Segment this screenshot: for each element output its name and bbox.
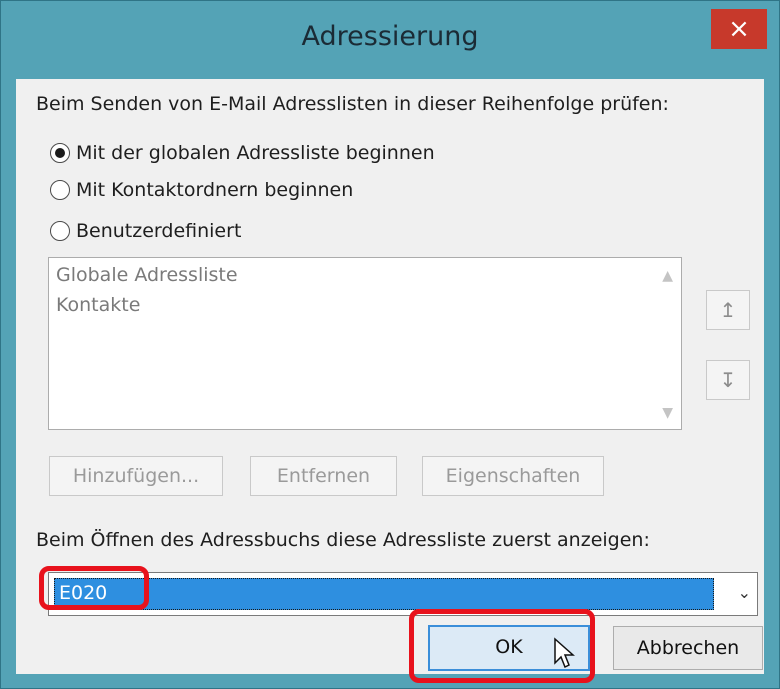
add-button[interactable]: Hinzufügen... bbox=[49, 456, 223, 496]
dialog-window: Adressierung × Beim Senden von E-Mail Ad… bbox=[0, 0, 780, 689]
title-bar[interactable]: Adressierung × bbox=[1, 1, 779, 79]
close-icon: × bbox=[728, 14, 750, 44]
address-list-dropdown[interactable]: E020 ⌄ bbox=[48, 572, 758, 616]
radio-label: Mit der globalen Adressliste beginnen bbox=[76, 142, 435, 164]
dialog-title: Adressierung bbox=[301, 21, 479, 52]
chevron-down-icon[interactable]: ⌄ bbox=[738, 583, 751, 602]
arrow-down-icon: ↧ bbox=[719, 368, 737, 392]
properties-button[interactable]: Eigenschaften bbox=[422, 456, 604, 496]
radio-button-selected[interactable] bbox=[50, 143, 70, 163]
red-highlight-combo bbox=[39, 566, 149, 610]
list-item[interactable]: Globale Adressliste bbox=[56, 264, 238, 286]
radio-global-list[interactable]: Mit der globalen Adressliste beginnen bbox=[50, 139, 435, 167]
radio-button[interactable] bbox=[50, 221, 70, 241]
scroll-up-icon[interactable]: ▲ bbox=[662, 268, 673, 284]
radio-custom[interactable]: Benutzerdefiniert bbox=[50, 217, 241, 245]
scroll-down-icon[interactable]: ▼ bbox=[662, 405, 673, 421]
red-highlight-ok bbox=[409, 609, 595, 683]
close-button[interactable]: × bbox=[711, 9, 767, 49]
radio-contact-folders[interactable]: Mit Kontaktordnern beginnen bbox=[50, 176, 353, 204]
dropdown-selection: E020 bbox=[54, 578, 714, 610]
radio-label: Mit Kontaktordnern beginnen bbox=[76, 179, 354, 201]
move-down-button[interactable]: ↧ bbox=[706, 360, 750, 400]
radio-label: Benutzerdefiniert bbox=[76, 220, 242, 242]
move-up-button[interactable]: ↥ bbox=[706, 290, 750, 330]
cancel-button[interactable]: Abbrechen bbox=[613, 626, 763, 670]
instruction-label: Beim Senden von E-Mail Adresslisten in d… bbox=[36, 93, 669, 115]
arrow-up-icon: ↥ bbox=[719, 298, 737, 322]
open-address-book-label: Beim Öffnen des Adressbuchs diese Adress… bbox=[36, 529, 650, 551]
radio-button[interactable] bbox=[50, 180, 70, 200]
remove-button[interactable]: Entfernen bbox=[250, 456, 397, 496]
address-list-box[interactable]: Globale Adressliste Kontakte ▲ ▼ bbox=[48, 257, 682, 430]
list-item[interactable]: Kontakte bbox=[56, 294, 140, 316]
